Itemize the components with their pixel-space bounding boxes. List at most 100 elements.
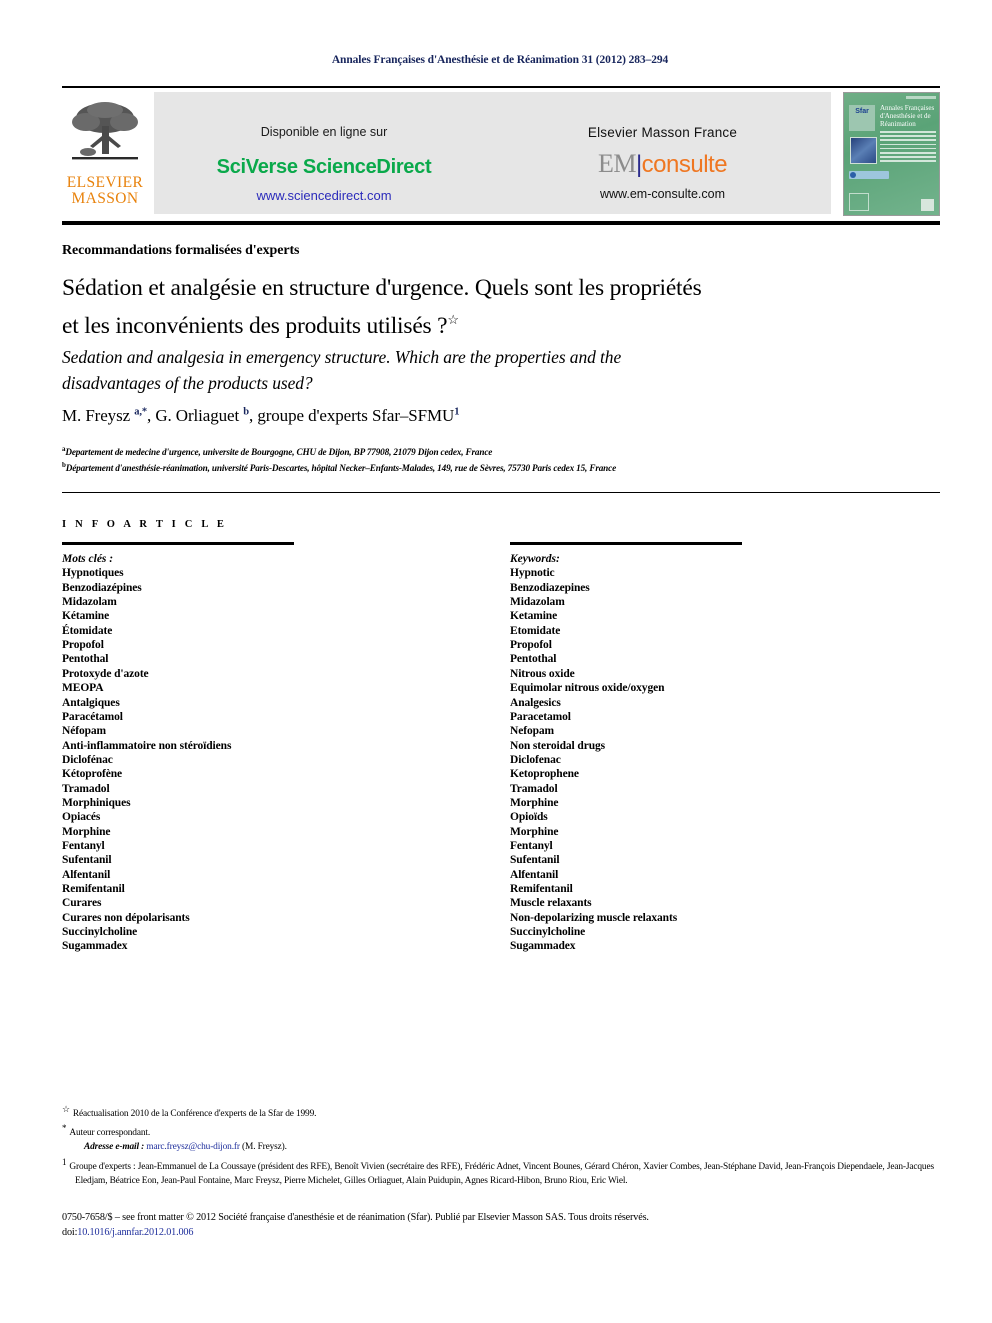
cover-badge-button xyxy=(849,171,889,179)
footnote-email: Adresse e-mail : marc.freysz@chu-dijon.f… xyxy=(62,1140,942,1154)
keyword-en-item: Remifentanil xyxy=(510,882,573,895)
info-section-rule xyxy=(62,492,940,494)
keyword-fr-item: Hypnotiques xyxy=(62,567,124,580)
masson-wordmark: MASSON xyxy=(71,190,139,207)
sciverse-sciencedirect-logo: SciVerse ScienceDirect xyxy=(216,156,432,178)
keyword-en-item: Alfentanil xyxy=(510,868,559,881)
journal-article-first-page: Annales Françaises d'Anesthésie et de Ré… xyxy=(0,0,992,1323)
email-label: Adresse e-mail : xyxy=(84,1142,145,1153)
keyword-en-item: Paracetamol xyxy=(510,710,571,723)
keyword-fr-item: MEOPA xyxy=(62,682,104,695)
author-list: M. Freysz a,*, G. Orliaguet b, groupe d'… xyxy=(62,406,459,426)
affiliation-a: aDepartement de medecine d'urgence, univ… xyxy=(62,443,942,459)
keywords-en-heading: Keywords: xyxy=(510,553,560,565)
keyword-en-item: Succinylcholine xyxy=(510,926,586,938)
footnote-corresponding-text: Auteur correspondant. xyxy=(69,1128,151,1139)
footnotes-block: ☆Réactualisation 2010 de la Conférence d… xyxy=(62,1102,942,1188)
keyword-en-item: Sugammadex xyxy=(510,940,576,953)
article-type-label: Recommandations formalisées d'experts xyxy=(62,243,300,258)
keyword-en-item: Nitrous oxide xyxy=(510,667,575,680)
keyword-fr-item: Pentothal xyxy=(62,653,109,666)
keyword-en-item: Tramadol xyxy=(510,782,558,795)
keyword-fr-item: Alfentanil xyxy=(62,868,111,881)
running-head: Annales Françaises d'Anesthésie et de Ré… xyxy=(331,54,669,66)
keyword-en-item: Diclofenac xyxy=(510,753,561,766)
affiliations: aDepartement de medecine d'urgence, univ… xyxy=(62,443,942,475)
copyright-line: 0750-7658/$ – see front matter © 2012 So… xyxy=(62,1212,649,1223)
cover-footer-box xyxy=(849,193,869,211)
author-group: , groupe d'experts Sfar–SFMU xyxy=(249,406,455,425)
keyword-en-item: Sufentanil xyxy=(510,854,560,867)
keyword-fr-item: Opiacés xyxy=(62,811,101,824)
cover-sfar-badge: Sfar xyxy=(849,105,875,131)
keyword-fr-item: Paracétamol xyxy=(62,710,123,723)
title-fr-line1: Sédation et analgésie en structure d'urg… xyxy=(62,275,702,301)
em-consulte-block: Elsevier Masson France EM|consulte www.e… xyxy=(494,92,831,214)
keyword-fr-item: Propofol xyxy=(62,639,104,652)
journal-cover-thumbnail: Sfar Annales Françaises d'Anesthésie et … xyxy=(843,92,940,216)
keyword-en-item: Analgesics xyxy=(510,696,561,709)
cover-publisher-mark xyxy=(921,199,934,211)
affiliation-a-text: Departement de medecine d'urgence, unive… xyxy=(65,447,493,458)
keyword-en-item: Hypnotic xyxy=(510,567,555,580)
keyword-fr-item: Morphiniques xyxy=(62,796,131,809)
keyword-en-item: Etomidate xyxy=(510,624,561,637)
email-link[interactable]: marc.freysz@chu-dijon.fr xyxy=(146,1142,240,1152)
article-title-en: Sedation and analgesia in emergency stru… xyxy=(62,344,892,396)
doi-link[interactable]: 10.1016/j.annfar.2012.01.006 xyxy=(77,1227,193,1238)
available-online-label: Disponible en ligne sur xyxy=(260,125,388,139)
keyword-fr-item: Fentanyl xyxy=(62,839,105,852)
keyword-en-item: Nefopam xyxy=(510,725,555,738)
keyword-fr-item: Benzodiazépines xyxy=(62,581,142,594)
keyword-fr-item: Morphine xyxy=(62,825,111,838)
footnote-experts: 1Groupe d'experts : Jean-Emmanuel de La … xyxy=(62,1155,942,1188)
keyword-fr-item: Curares non dépolarisants xyxy=(62,911,190,924)
keyword-en-item: Ketoprophene xyxy=(510,768,579,781)
keyword-en-item: Morphine xyxy=(510,796,559,809)
keyword-fr-item: Curares xyxy=(62,897,102,910)
em-logo-suffix: consulte xyxy=(641,151,728,178)
sciencedirect-block: Disponible en ligne sur SciVerse Science… xyxy=(154,92,494,214)
footnote-star-text: Réactualisation 2010 de la Conférence d'… xyxy=(72,1109,317,1120)
keyword-en-item: Midazolam xyxy=(510,596,565,609)
affiliation-b: bDépartement d'anesthésie-réanimation, u… xyxy=(62,459,942,475)
keyword-fr-item: Sugammadex xyxy=(62,940,128,953)
author-freysz-marker[interactable]: a,* xyxy=(134,406,147,417)
cover-text-lines xyxy=(880,131,936,165)
header-rule-top xyxy=(62,86,940,88)
footnote-star: ☆Réactualisation 2010 de la Conférence d… xyxy=(62,1102,942,1121)
keywords-en-list: Hypnotic Benzodiazepines Midazolam Ketamine… xyxy=(510,566,810,953)
keyword-en-item: Muscle relaxants xyxy=(510,897,592,910)
cover-top-strip xyxy=(906,96,936,99)
footnote-corresponding: *Auteur correspondant. xyxy=(62,1121,942,1140)
sciencedirect-url-link[interactable]: www.sciencedirect.com xyxy=(154,188,494,203)
keyword-fr-item: Diclofénac xyxy=(62,753,113,766)
elsevier-wordmark: ELSEVIER xyxy=(66,174,144,191)
cover-journal-title: Annales Françaises d'Anesthésie et de Ré… xyxy=(880,104,935,129)
keyword-fr-item: Néfopam xyxy=(62,725,107,738)
author-group-marker[interactable]: 1 xyxy=(454,406,459,417)
footnote-star-marker: ☆ xyxy=(62,1104,70,1114)
keywords-fr-rule xyxy=(62,542,294,545)
keyword-fr-item: Kétoprofène xyxy=(62,768,123,781)
keyword-fr-item: Kétamine xyxy=(62,610,110,623)
keyword-fr-item: Anti-inflammatoire non stéroïdiens xyxy=(62,739,232,752)
keywords-en-column: Keywords: Hypnotic Benzodiazepines Midazol… xyxy=(510,542,810,954)
affiliation-b-text: Département d'anesthésie-réanimation, un… xyxy=(65,463,617,474)
banner-rule-bottom xyxy=(62,221,940,225)
keyword-en-item: Fentanyl xyxy=(510,839,553,852)
elsevier-tree-icon xyxy=(72,102,138,160)
em-consulte-url-link[interactable]: www.em-consulte.com xyxy=(494,187,831,201)
cover-photo-thumbnail xyxy=(850,137,877,164)
keyword-fr-item: Étomidate xyxy=(62,624,113,637)
keywords-fr-list: Hypnotiques Benzodiazépines Midazolam Kétam… xyxy=(62,566,362,953)
email-suffix: (M. Freysz). xyxy=(242,1142,287,1153)
elsevier-masson-logo: ELSEVIER MASSON xyxy=(62,92,148,216)
keyword-en-item: Pentothal xyxy=(510,653,557,666)
keyword-en-item: Benzodiazepines xyxy=(510,581,590,594)
keyword-fr-item: Remifentanil xyxy=(62,882,125,895)
keywords-en-rule xyxy=(510,542,742,545)
author-freysz: M. Freysz xyxy=(62,406,135,425)
keyword-en-item: Morphine xyxy=(510,825,559,838)
author-orliaguet: , G. Orliaguet xyxy=(147,406,244,425)
